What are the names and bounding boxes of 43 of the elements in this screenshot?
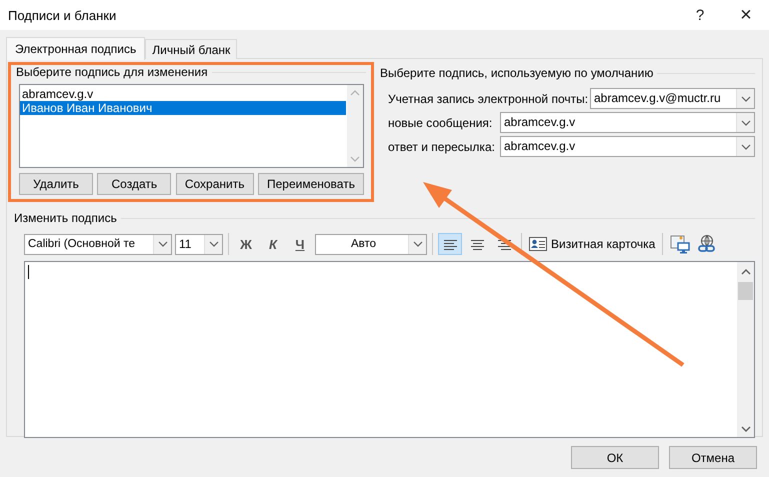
chevron-down-icon xyxy=(740,118,752,126)
scroll-down-icon xyxy=(740,425,752,433)
italic-button[interactable]: К xyxy=(261,233,285,255)
dialog-button[interactable]: ОК xyxy=(571,446,659,469)
dialog-button[interactable]: Отмена xyxy=(669,446,757,469)
chevron-down-icon xyxy=(740,142,752,150)
group-title: Изменить подпись xyxy=(14,211,117,225)
business-card-button[interactable]: Визитная карточка xyxy=(527,233,658,255)
scroll-up-icon xyxy=(349,89,361,97)
dropdown[interactable]: Calibri (Основной те xyxy=(24,234,172,254)
dropdown[interactable]: 11 xyxy=(175,234,223,254)
field-label: ответ и пересылка: xyxy=(388,140,496,154)
action-button[interactable]: Переименовать xyxy=(258,173,364,195)
contact-card-icon xyxy=(529,237,547,251)
dropdown[interactable]: abramcev.g.v xyxy=(500,112,755,133)
globe-link-icon xyxy=(697,234,718,254)
action-button[interactable]: Создать xyxy=(97,173,172,195)
chevron-down-icon xyxy=(156,240,168,248)
dropdown[interactable]: abramcev.g.v xyxy=(500,136,755,157)
dropdown[interactable]: Авто xyxy=(315,234,427,254)
bold-button[interactable]: Ж xyxy=(234,233,258,255)
group-title: Выберите подпись, используемую по умолчанию xyxy=(380,66,654,80)
action-button[interactable]: Удалить xyxy=(19,173,93,195)
window-title: Подписи и бланки xyxy=(8,8,118,22)
picture-monitor-icon xyxy=(670,234,690,254)
action-button[interactable]: Сохранить xyxy=(176,173,254,195)
chevron-down-icon xyxy=(412,240,424,248)
insert-picture-button[interactable] xyxy=(668,233,692,255)
tab[interactable]: Электронная подпись xyxy=(6,37,146,60)
field-label: Учетная запись электронной почты: xyxy=(388,92,590,106)
tab[interactable]: Личный бланк xyxy=(145,39,238,59)
chevron-down-icon xyxy=(208,240,220,248)
field-label: новые сообщения: xyxy=(388,116,494,130)
list-item[interactable]: Иванов Иван Иванович xyxy=(20,101,346,115)
scroll-down-icon xyxy=(349,155,361,163)
list-item[interactable]: abramcev.g.v xyxy=(20,87,346,101)
underline-button[interactable]: Ч xyxy=(288,233,312,255)
scroll-thumb[interactable] xyxy=(738,282,753,300)
align-left-button[interactable] xyxy=(438,233,462,255)
dropdown[interactable]: abramcev.g.v@muctr.ru xyxy=(590,88,755,109)
scroll-up-icon xyxy=(740,268,752,276)
chevron-down-icon xyxy=(740,94,752,102)
group-title: Выберите подпись для изменения xyxy=(16,65,208,79)
